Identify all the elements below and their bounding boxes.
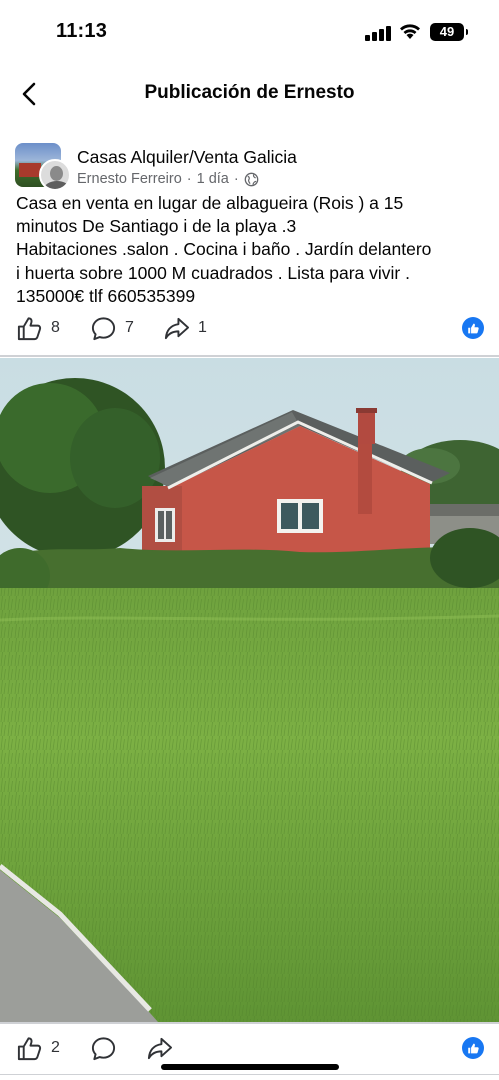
divider [0, 355, 499, 357]
post-meta: Ernesto Ferreiro · 1 día · [77, 171, 259, 187]
divider [0, 1074, 499, 1075]
divider [0, 1022, 499, 1024]
post-photo[interactable] [0, 358, 499, 1022]
meta-separator: · [233, 171, 239, 187]
group-name-link[interactable]: Casas Alquiler/Venta Galicia [77, 147, 297, 168]
share-count: 1 [198, 319, 207, 336]
status-time: 11:13 [56, 20, 108, 42]
home-indicator[interactable] [161, 1064, 339, 1070]
house-photo [0, 358, 499, 1022]
photo-like-button[interactable]: 2 [16, 1030, 60, 1066]
wifi-icon [400, 24, 420, 39]
photo-actions: 2 [0, 1030, 499, 1066]
globe-icon [244, 172, 259, 186]
like-reaction-icon[interactable] [462, 1037, 484, 1059]
like-reaction-icon[interactable] [462, 317, 484, 339]
post-actions: 8 7 1 [0, 310, 499, 346]
battery-icon: 49 [430, 23, 468, 41]
post-time[interactable]: 1 día [197, 171, 229, 187]
share-button[interactable]: 1 [163, 310, 207, 346]
page-title: Publicación de Ernesto [144, 82, 355, 103]
author-name-link[interactable]: Ernesto Ferreiro [77, 171, 182, 187]
comment-button[interactable]: 7 [90, 310, 134, 346]
share-icon [164, 317, 190, 339]
like-count: 8 [51, 319, 60, 336]
comment-count: 7 [125, 319, 134, 336]
comment-icon [91, 316, 116, 340]
status-bar: 11:13 49 [0, 0, 499, 62]
post-header: Casas Alquiler/Venta Galicia Ernesto Fer… [0, 138, 499, 194]
group-avatar[interactable] [15, 143, 71, 191]
like-button[interactable]: 8 [16, 310, 60, 346]
photo-like-count: 2 [51, 1039, 60, 1056]
photo-comment-button[interactable] [90, 1030, 117, 1066]
comment-icon [91, 1036, 116, 1060]
share-icon [147, 1037, 173, 1059]
photo-share-button[interactable] [146, 1030, 173, 1066]
avatar[interactable] [39, 159, 71, 191]
like-icon [17, 1036, 42, 1060]
nav-header: Publicación de Ernesto [0, 70, 499, 118]
meta-separator: · [186, 171, 192, 187]
post-text: Casa en venta en lugar de albagueira (Ro… [16, 193, 432, 306]
signal-icon [365, 25, 391, 41]
like-icon [17, 316, 42, 340]
